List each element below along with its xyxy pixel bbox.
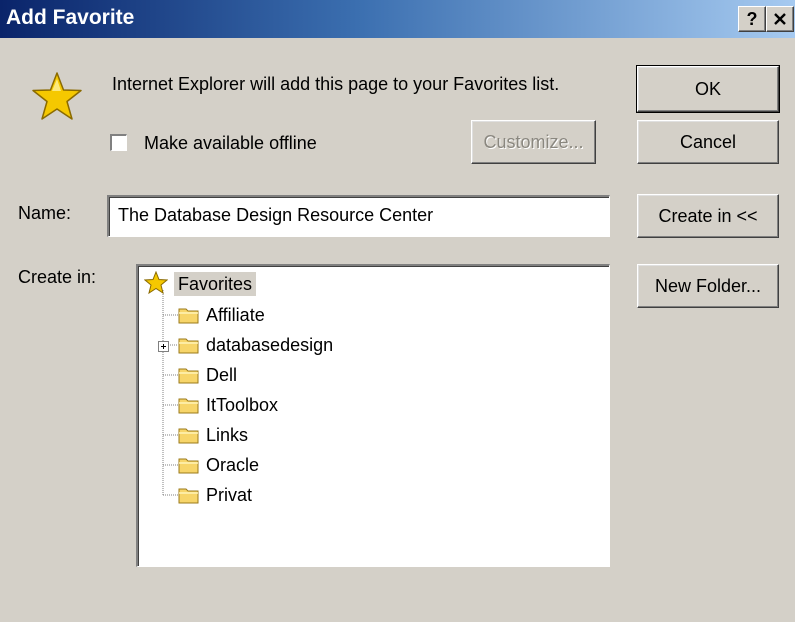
window-title: Add Favorite [6, 6, 135, 29]
tree-item-label: ItToolbox [206, 395, 279, 415]
folder-icon [178, 338, 199, 354]
name-label: Name: [18, 203, 72, 223]
tree-item-label: Dell [206, 365, 238, 385]
create-in-label: Create in: [18, 267, 97, 287]
folder-icon [178, 488, 199, 504]
folder-icon [178, 428, 199, 444]
tree-item-label: databasedesign [206, 335, 334, 355]
tree-item-label: Links [206, 425, 249, 445]
offline-checkbox[interactable] [110, 134, 127, 151]
create-in-button[interactable]: Create in << [637, 194, 779, 238]
close-button[interactable] [766, 6, 794, 32]
title-bar[interactable]: Add Favorite ? [0, 0, 795, 38]
add-favorite-dialog: Add Favorite ? Internet Explorer will ad… [0, 0, 795, 622]
folder-icon [178, 308, 199, 324]
favorites-star-icon [32, 72, 82, 120]
new-folder-button[interactable]: New Folder... [637, 264, 779, 308]
folder-icon [178, 368, 199, 384]
folder-tree[interactable]: Favorites Affiliate databasedesign Dell ItT… [136, 264, 610, 567]
tree-item-label: Affiliate [206, 305, 265, 325]
cancel-button[interactable]: Cancel [637, 120, 779, 164]
close-icon [774, 13, 786, 25]
folder-icon [178, 458, 199, 474]
folder-icon [178, 398, 199, 414]
ok-button[interactable]: OK [636, 65, 780, 113]
name-input[interactable]: The Database Design Resource Center [107, 195, 610, 237]
help-button[interactable]: ? [738, 6, 766, 32]
expand-icon[interactable] [158, 341, 169, 352]
offline-label[interactable]: Make available offline [144, 133, 317, 154]
favorites-star-icon [144, 271, 168, 295]
customize-button: Customize... [471, 120, 596, 164]
tree-root-label: Favorites [174, 272, 257, 296]
tree-item-label: Oracle [206, 455, 260, 475]
tree-item-label: Privat [206, 485, 253, 505]
info-message: Internet Explorer will add this page to … [112, 74, 560, 94]
